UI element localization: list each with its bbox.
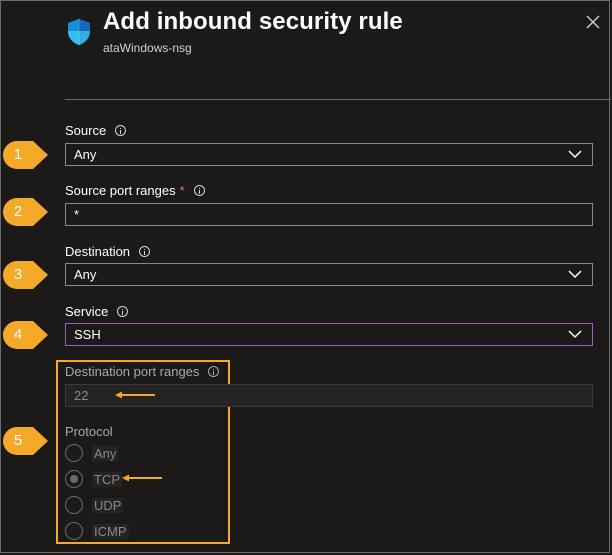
info-icon[interactable] (117, 306, 129, 317)
radio-button[interactable] (65, 444, 83, 462)
destination-dropdown[interactable]: Any (65, 263, 593, 286)
header-divider (65, 99, 611, 100)
chevron-down-icon (568, 270, 582, 279)
source-label: Source (65, 123, 127, 138)
arrow-left-icon (122, 474, 162, 482)
destination-port-ranges-label: Destination port ranges (65, 364, 220, 379)
service-dropdown[interactable]: SSH (65, 323, 593, 346)
protocol-option-any[interactable]: Any (65, 444, 119, 462)
close-icon[interactable] (585, 14, 601, 30)
service-label: Service (65, 304, 129, 319)
annotation-badge-2: 2 (3, 198, 48, 226)
source-port-ranges-input[interactable]: * (65, 203, 593, 226)
source-dropdown[interactable]: Any (65, 143, 593, 166)
radio-button-selected[interactable] (65, 470, 83, 488)
annotation-badge-5: 5 (3, 427, 48, 455)
chevron-down-icon (568, 150, 582, 159)
info-icon[interactable] (115, 125, 127, 136)
source-port-ranges-label: Source port ranges * (65, 183, 205, 198)
protocol-option-icmp[interactable]: ICMP (65, 522, 129, 540)
info-icon[interactable] (208, 366, 220, 377)
annotation-badge-4: 4 (3, 321, 48, 349)
protocol-option-tcp[interactable]: TCP (65, 470, 122, 488)
page-subtitle: ataWindows-nsg (103, 41, 192, 55)
protocol-label: Protocol (65, 424, 113, 439)
page-title: Add inbound security rule (103, 8, 403, 35)
protocol-option-udp[interactable]: UDP (65, 496, 124, 514)
chevron-down-icon (568, 330, 582, 339)
destination-label: Destination (65, 244, 151, 259)
info-icon[interactable] (193, 185, 205, 196)
annotation-badge-1: 1 (3, 141, 48, 169)
shield-icon (68, 19, 90, 45)
required-marker: * (179, 183, 185, 198)
radio-button[interactable] (65, 496, 83, 514)
info-icon[interactable] (139, 246, 151, 257)
annotation-badge-3: 3 (3, 261, 48, 289)
radio-button[interactable] (65, 522, 83, 540)
arrow-left-icon (115, 391, 155, 399)
